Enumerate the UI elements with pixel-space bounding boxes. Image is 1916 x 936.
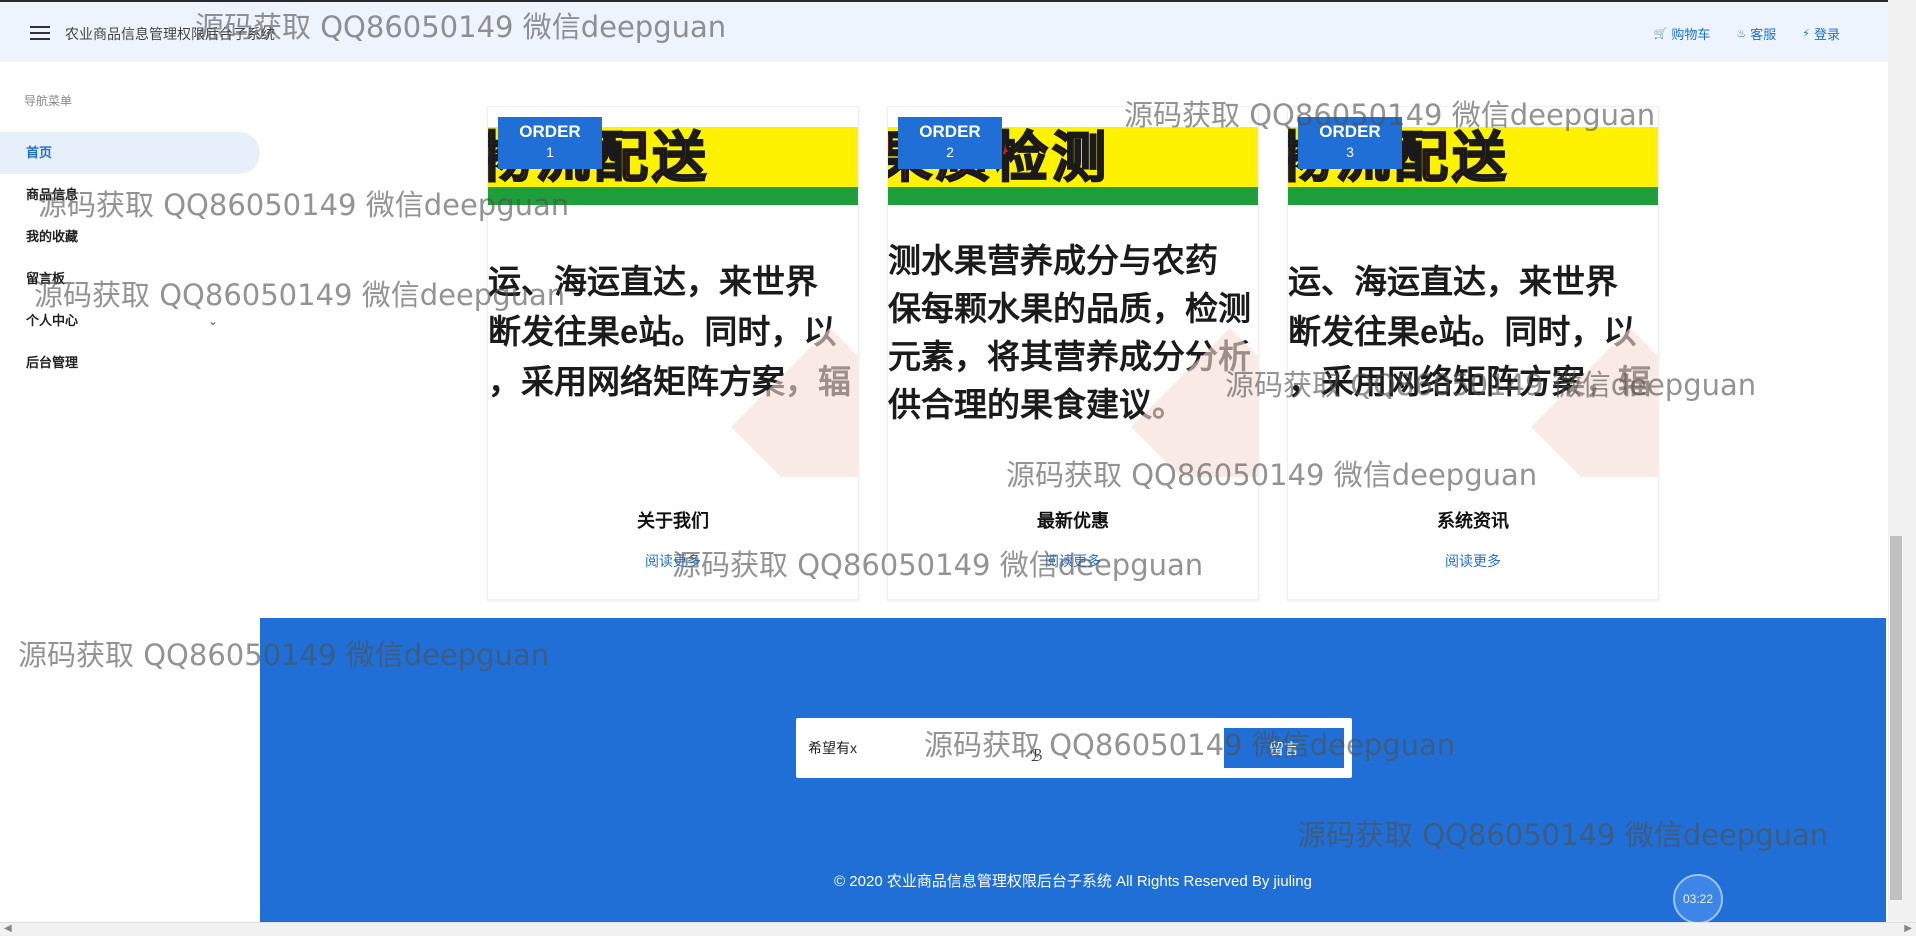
vertical-scrollbar[interactable] <box>1888 0 1916 922</box>
image-line: 运、海运直达，来世界 <box>488 263 818 300</box>
login-link[interactable]: ⚡ 登录 <box>1802 24 1840 43</box>
message-input[interactable] <box>808 734 1198 762</box>
card-title: 最新优惠 <box>1037 511 1109 531</box>
sidebar-item-profile[interactable]: 个人中心 ⌄ <box>0 300 260 342</box>
image-line: 测水果营养成分与农药 <box>888 242 1218 279</box>
read-more-link[interactable]: 阅读更多 <box>888 551 1258 571</box>
copyright-text: © 2020 农业商品信息管理权限后台子系统 All Rights Reserv… <box>834 873 1312 890</box>
scrollbar-thumb[interactable] <box>1890 536 1902 900</box>
service-label: 客服 <box>1750 27 1777 42</box>
image-line: 运、海运直达，来世界 <box>1288 263 1618 300</box>
order-badge: ORDER 2 <box>898 117 1002 169</box>
footer: 留言 ℬ © 2020 农业商品信息管理权限后台子系统 All Rights R… <box>260 618 1886 924</box>
order-number: 2 <box>946 144 954 160</box>
sidebar-item-messages[interactable]: 留言板 <box>0 258 260 300</box>
top-actions: 🛒 购物车 ♨ 客服 ⚡ 登录 <box>1654 24 1840 43</box>
image-green-strip <box>888 187 1258 205</box>
bell-icon: ♨ <box>1736 28 1747 40</box>
sidebar-item-label: 个人中心 <box>26 313 79 328</box>
horizontal-scrollbar[interactable]: ◀ ▶ <box>0 922 1916 936</box>
service-link[interactable]: ♨ 客服 <box>1736 24 1776 43</box>
cart-icon: 🛒 <box>1653 28 1668 40</box>
sidebar-item-products[interactable]: 商品信息 <box>0 174 260 216</box>
sidebar-item-label: 后台管理 <box>26 355 79 370</box>
order-label: ORDER <box>519 122 581 141</box>
card-news[interactable]: 物流配送 运、海运直达，来世界 断发往果e站。同时，以 ，采用网络矩阵方案，辐 … <box>1287 106 1659 600</box>
sidebar-item-home[interactable]: 首页 <box>0 132 260 174</box>
sidebar-item-favorites[interactable]: 我的收藏 <box>0 216 260 258</box>
card-title: 关于我们 <box>637 511 709 531</box>
card-about[interactable]: 物流配送 运、海运直达，来世界 断发往果e站。同时，以 ，采用网络矩阵方案，辐 … <box>487 106 859 600</box>
sidebar-item-label: 商品信息 <box>26 187 79 202</box>
image-line: 断发往果e站。同时，以 <box>488 313 837 350</box>
scroll-left-icon[interactable]: ◀ <box>4 923 12 934</box>
menu-icon[interactable] <box>30 26 50 40</box>
subscribe-box: 留言 <box>796 718 1352 778</box>
text-cursor-icon: ℬ <box>1030 748 1043 765</box>
order-badge: ORDER 1 <box>498 117 602 169</box>
sidebar-item-label: 首页 <box>26 145 53 160</box>
read-more-link[interactable]: 阅读更多 <box>488 551 858 571</box>
top-bar: 农业商品信息管理权限后台子系统 🛒 购物车 ♨ 客服 ⚡ 登录 <box>0 0 1888 62</box>
sidebar-item-admin[interactable]: 后台管理 <box>0 342 260 384</box>
login-label: 登录 <box>1813 27 1840 42</box>
app-title: 农业商品信息管理权限后台子系统 <box>65 26 275 42</box>
order-label: ORDER <box>919 122 981 141</box>
order-badge: ORDER 3 <box>1298 117 1402 169</box>
order-number: 3 <box>1346 144 1354 160</box>
scroll-right-icon[interactable]: ▶ <box>1904 923 1912 934</box>
order-number: 1 <box>546 144 554 160</box>
image-line: 断发往果e站。同时，以 <box>1288 313 1637 350</box>
order-label: ORDER <box>1319 122 1381 141</box>
bolt-icon: ⚡ <box>1802 28 1810 40</box>
nav-header: 导航菜单 <box>24 94 73 108</box>
sidebar-item-label: 我的收藏 <box>26 229 79 244</box>
cart-link[interactable]: 🛒 购物车 <box>1654 24 1711 43</box>
chevron-down-icon[interactable]: ⌄ <box>208 300 218 342</box>
image-green-strip <box>1288 187 1658 205</box>
image-green-strip <box>488 187 858 205</box>
sidebar-item-label: 留言板 <box>26 271 66 286</box>
sidebar: 导航菜单 首页 商品信息 我的收藏 留言板 个人中心 ⌄ 后台管理 <box>0 62 260 922</box>
cart-label: 购物车 <box>1671 27 1711 42</box>
card-promotions[interactable]: 果质检测 测水果营养成分与农药 保每颗水果的品质，检测 元素，将其营养成分分析 … <box>887 106 1259 600</box>
timer-badge[interactable]: 03:22 <box>1673 874 1723 924</box>
submit-message-button[interactable]: 留言 <box>1224 728 1344 768</box>
image-line: 保每颗水果的品质，检测 <box>888 290 1251 327</box>
card-title: 系统资讯 <box>1437 511 1509 531</box>
read-more-link[interactable]: 阅读更多 <box>1288 551 1658 571</box>
